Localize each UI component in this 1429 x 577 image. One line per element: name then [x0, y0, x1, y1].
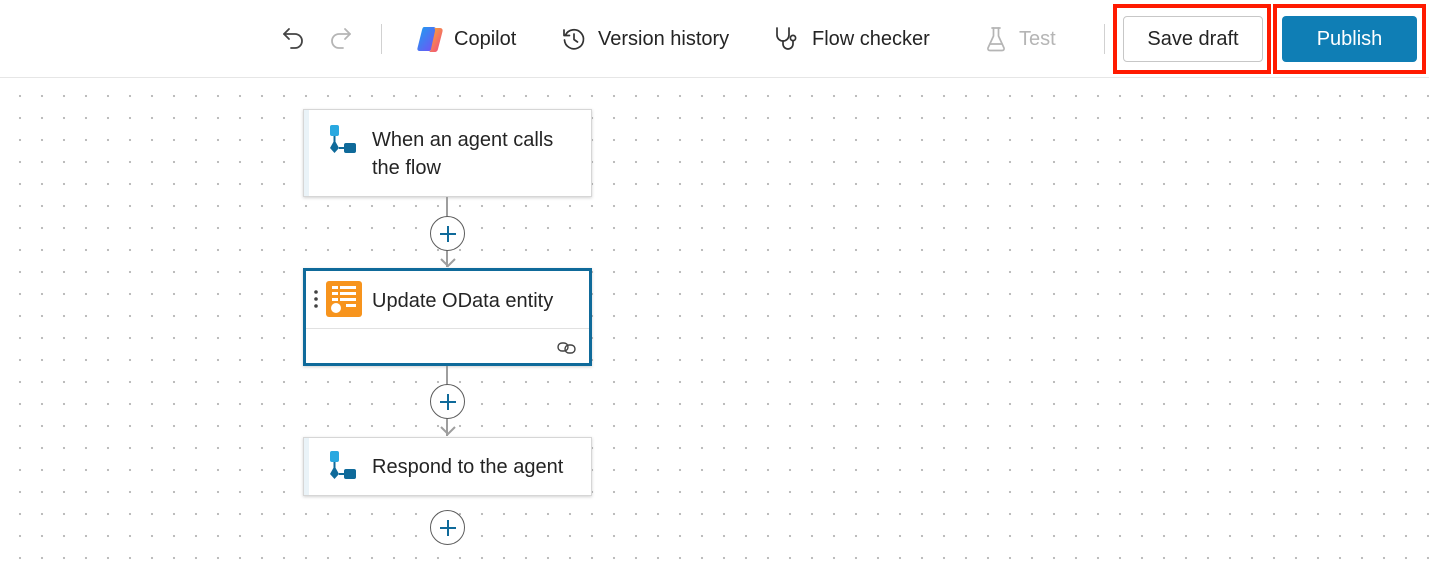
toolbar-divider	[381, 24, 382, 54]
redo-icon	[326, 25, 354, 53]
test-button[interactable]: Test	[984, 0, 1056, 78]
copilot-label: Copilot	[454, 27, 517, 50]
version-history-button[interactable]: Version history	[561, 0, 729, 78]
history-icon	[561, 26, 587, 52]
add-step-button[interactable]	[430, 216, 465, 251]
flow-step-respond[interactable]: Respond to the agent	[303, 437, 592, 496]
flow-step-update-odata[interactable]: Update OData entity	[303, 268, 592, 366]
toolbar-divider	[1104, 24, 1105, 54]
save-draft-button[interactable]: Save draft	[1123, 16, 1263, 62]
flow-checker-label: Flow checker	[812, 27, 930, 50]
flow-canvas[interactable]: When an agent calls the flow Update ODat…	[0, 79, 1429, 577]
copilot-button[interactable]: Copilot	[414, 0, 516, 78]
publish-button[interactable]: Publish	[1282, 16, 1417, 62]
step-title: Update OData entity	[372, 290, 554, 312]
agent-trigger-icon	[326, 124, 360, 163]
arrow-down-icon	[440, 426, 456, 436]
flow-step-trigger[interactable]: When an agent calls the flow	[303, 109, 592, 197]
undo-icon	[280, 25, 308, 53]
test-label: Test	[1019, 27, 1056, 50]
add-step-button[interactable]	[430, 510, 465, 545]
version-history-label: Version history	[598, 27, 730, 50]
step-title: Respond to the agent	[372, 456, 564, 478]
copilot-icon	[414, 24, 446, 54]
flask-icon	[984, 25, 1008, 53]
plus-icon	[439, 393, 456, 410]
step-title: When an agent calls the flow	[372, 129, 554, 179]
stethoscope-icon	[773, 25, 801, 53]
add-step-button[interactable]	[430, 384, 465, 419]
agent-respond-icon	[326, 450, 360, 489]
redo-button[interactable]	[326, 0, 354, 78]
drag-handle-icon[interactable]	[314, 289, 318, 314]
plus-icon	[439, 519, 456, 536]
step-footer	[306, 328, 589, 363]
plus-icon	[439, 225, 456, 242]
toolbar: Copilot Version history Flow checker Tes…	[0, 0, 1429, 78]
undo-button[interactable]	[280, 0, 308, 78]
link-icon[interactable]	[557, 341, 577, 360]
flow-checker-button[interactable]: Flow checker	[773, 0, 930, 78]
odata-icon	[326, 281, 362, 322]
